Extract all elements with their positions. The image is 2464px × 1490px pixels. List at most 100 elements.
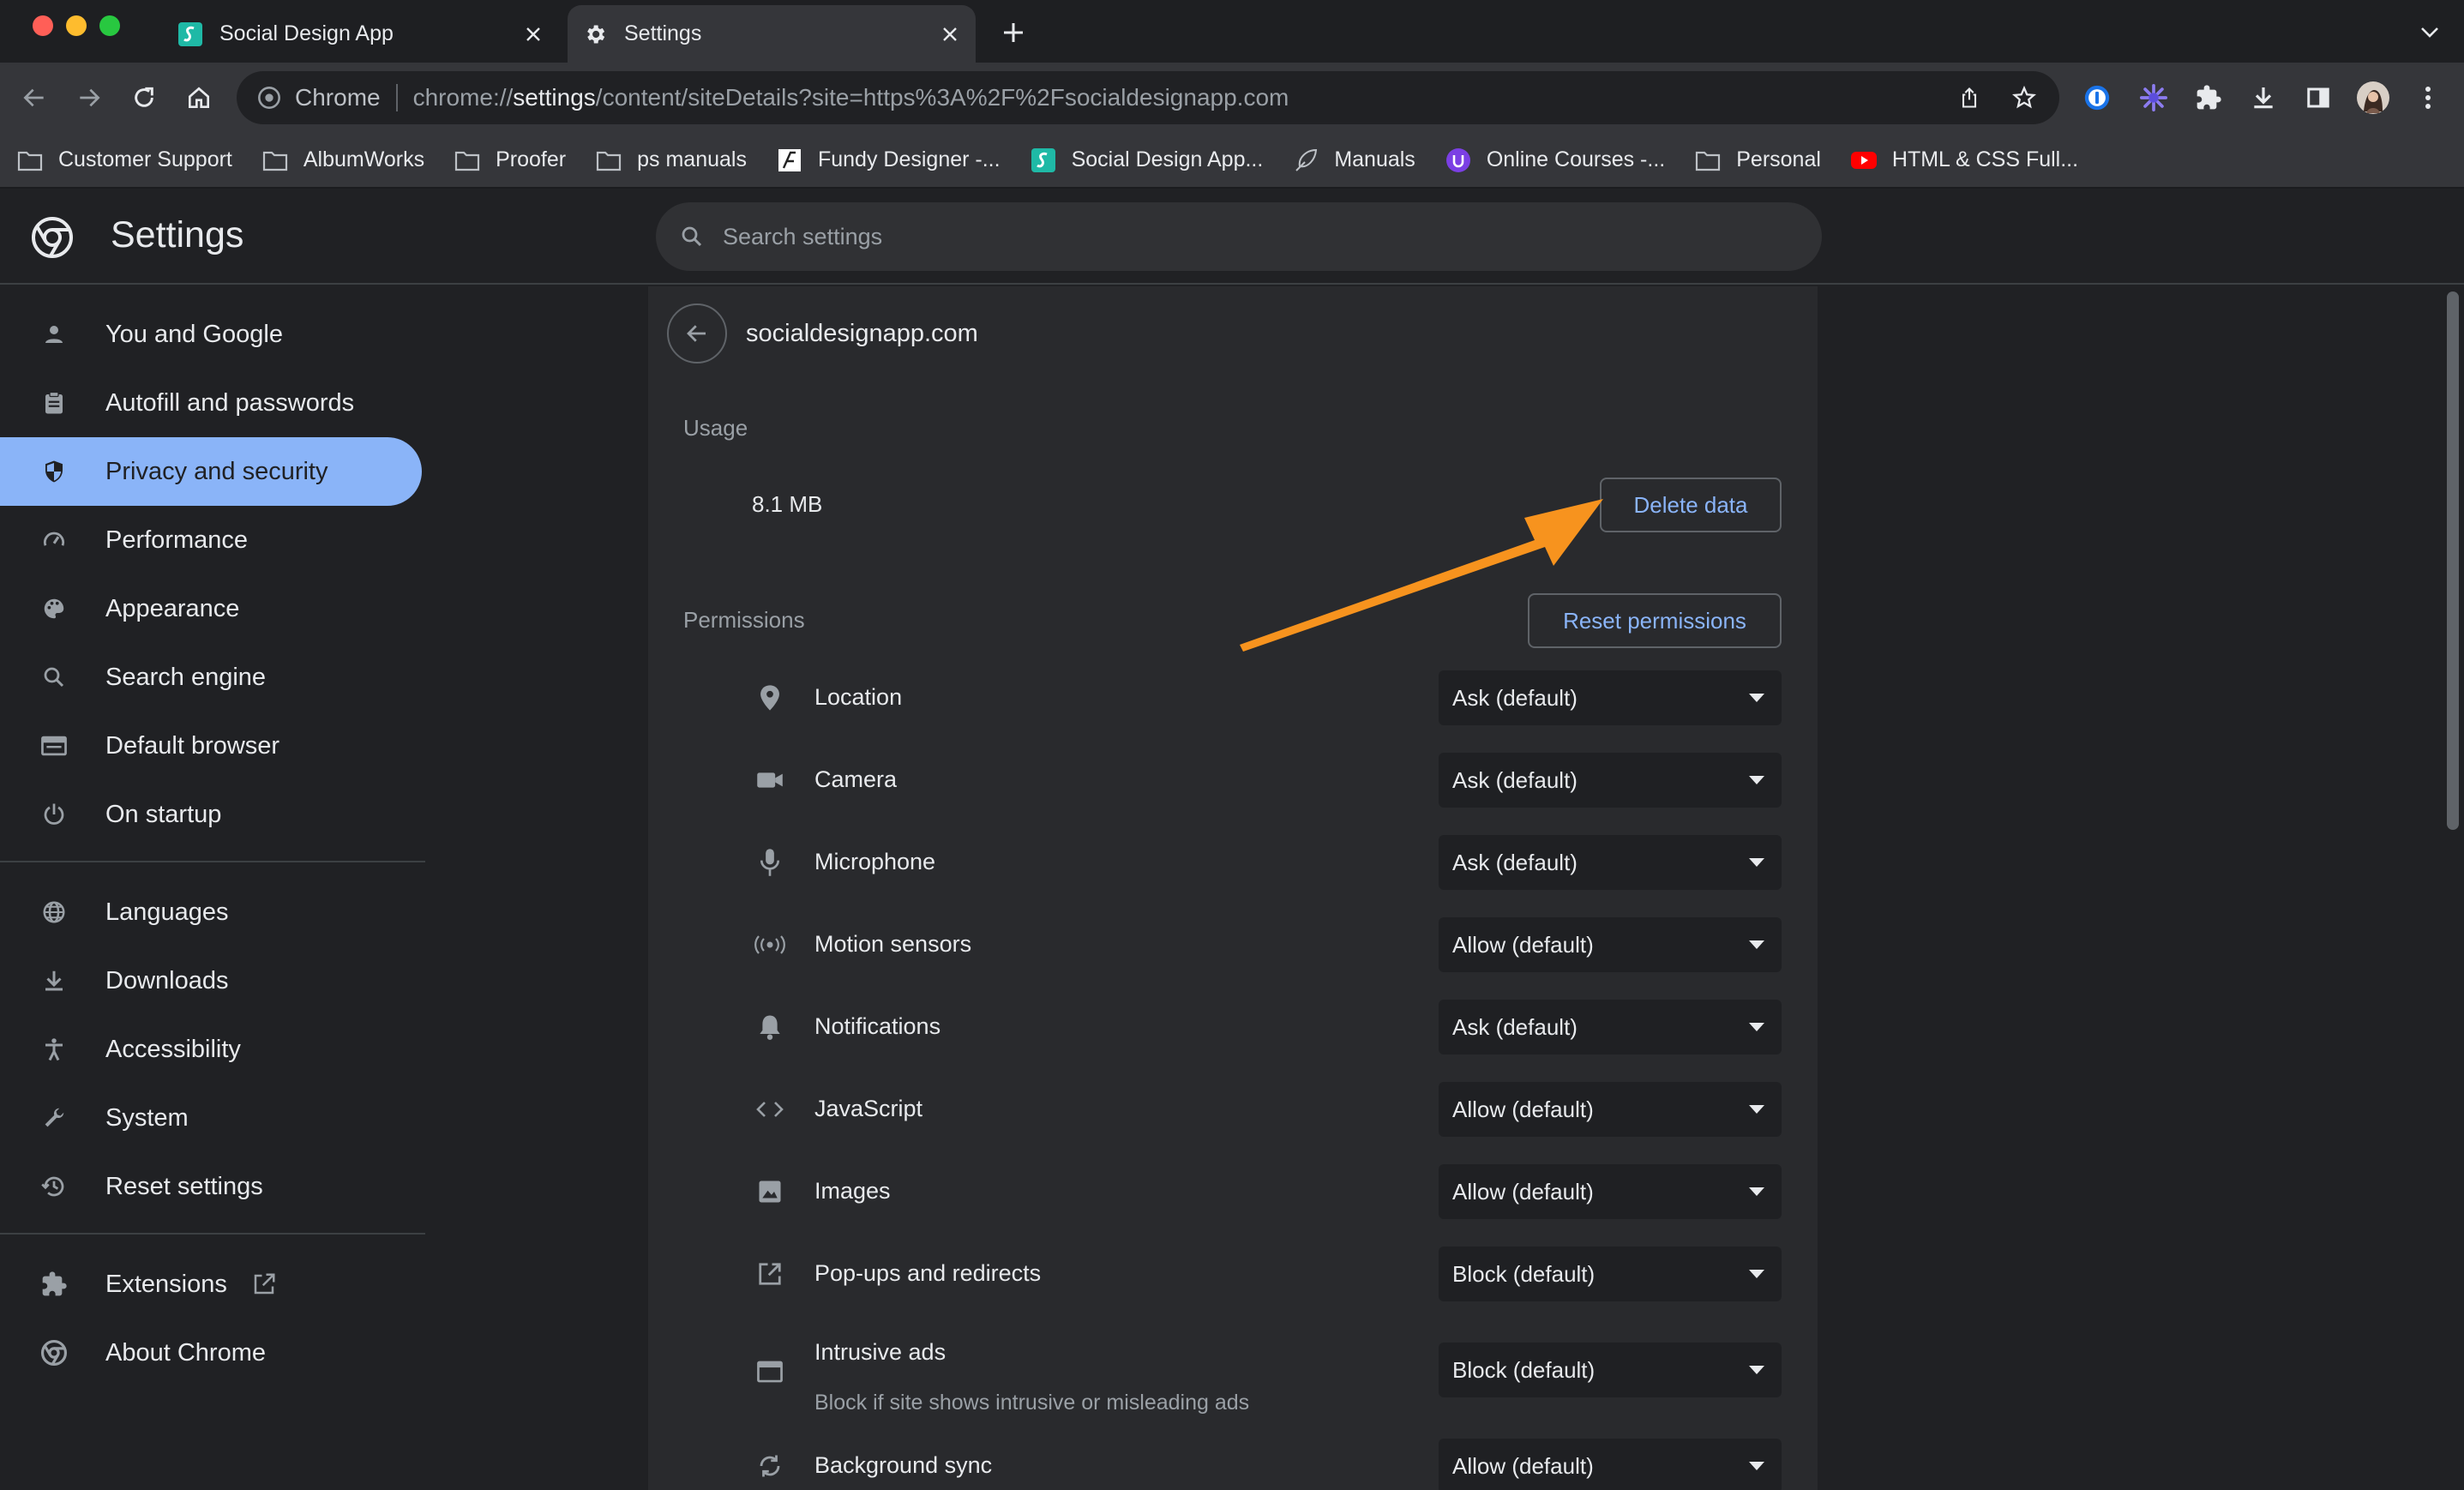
location-pin-icon [753, 681, 787, 715]
tab-settings[interactable]: Settings [568, 5, 976, 63]
settings-sidebar: You and Google Autofill and passwords Pr… [0, 286, 429, 1490]
address-bar[interactable]: Chrome chrome://settings/content/siteDet… [237, 71, 2059, 124]
tab-close-icon[interactable] [933, 17, 967, 51]
tab-search-chevron-down-icon[interactable] [2413, 15, 2447, 50]
spark-extension-icon[interactable] [2135, 79, 2173, 117]
dropdown-caret-icon [1749, 1366, 1764, 1374]
side-panel-icon[interactable] [2299, 79, 2337, 117]
sidebar-item-you-and-google[interactable]: You and Google [0, 300, 422, 369]
bookmark-star-icon[interactable] [2006, 80, 2042, 116]
bookmark-manuals[interactable]: Manuals [1291, 146, 1415, 175]
chrome-logo-icon [255, 84, 283, 111]
tab-close-icon[interactable] [516, 17, 550, 51]
bookmark-fundy-designer[interactable]: Fundy Designer -... [775, 146, 1001, 175]
sidebar-item-accessibility[interactable]: Accessibility [0, 1015, 422, 1084]
youtube-favicon-icon [1849, 146, 1878, 175]
camera-select[interactable]: Ask (default) [1439, 753, 1782, 808]
sidebar-item-performance[interactable]: Performance [0, 506, 422, 574]
shield-icon [37, 454, 71, 489]
dropdown-caret-icon [1749, 694, 1764, 702]
back-arrow-icon[interactable] [15, 79, 53, 117]
feather-favicon-icon [1291, 146, 1320, 175]
search-icon [675, 219, 709, 254]
bookmark-personal[interactable]: Personal [1693, 146, 1821, 175]
bookmark-customer-support[interactable]: Customer Support [15, 146, 232, 175]
sidebar-item-privacy-and-security[interactable]: Privacy and security [0, 437, 422, 506]
person-icon [37, 317, 71, 351]
download-icon [37, 964, 71, 998]
download-icon[interactable] [2245, 79, 2282, 117]
permission-row-popups: Pop-ups and redirects Block (default) [737, 1233, 1783, 1315]
popups-select[interactable]: Block (default) [1439, 1247, 1782, 1301]
reload-icon[interactable] [125, 79, 163, 117]
chrome-logo-icon [32, 217, 73, 258]
tab-social-design-app[interactable]: Social Design App [163, 5, 559, 63]
search-icon [37, 660, 71, 694]
courses-favicon-icon [1444, 146, 1473, 175]
dropdown-caret-icon [1749, 1105, 1764, 1114]
share-icon[interactable] [1951, 80, 1987, 116]
dropdown-caret-icon [1749, 776, 1764, 784]
more-vert-icon[interactable] [2409, 79, 2447, 117]
sidebar-item-system[interactable]: System [0, 1084, 422, 1152]
back-button[interactable] [667, 303, 727, 363]
sidebar-item-extensions[interactable]: Extensions [0, 1250, 422, 1319]
bell-icon [753, 1010, 787, 1044]
window-zoom-button[interactable] [99, 15, 120, 36]
folder-icon [261, 146, 290, 175]
search-input[interactable] [723, 223, 1822, 250]
dropdown-caret-icon [1749, 858, 1764, 867]
microphone-select[interactable]: Ask (default) [1439, 835, 1782, 890]
bookmark-ps-manuals[interactable]: ps manuals [594, 146, 747, 175]
permission-row-intrusive-ads: Intrusive ads Block if site shows intrus… [737, 1329, 1783, 1415]
profile-avatar[interactable] [2354, 79, 2392, 117]
speedometer-icon [37, 523, 71, 557]
bookmark-albumworks[interactable]: AlbumWorks [261, 146, 424, 175]
power-icon [37, 797, 71, 832]
image-icon [753, 1175, 787, 1209]
window-close-button[interactable] [33, 15, 53, 36]
social-design-app-favicon-icon [1029, 146, 1058, 175]
settings-header: Settings [0, 189, 2464, 285]
annotation-arrow-icon [1240, 499, 1603, 652]
gear-icon [581, 21, 609, 48]
microphone-icon [753, 845, 787, 880]
intrusive-ads-select[interactable]: Block (default) [1439, 1343, 1782, 1397]
sidebar-item-appearance[interactable]: Appearance [0, 574, 422, 643]
bookmark-online-courses[interactable]: Online Courses -... [1444, 146, 1665, 175]
delete-data-button[interactable]: Delete data [1600, 478, 1782, 532]
url-text: chrome://settings/content/siteDetails?si… [412, 84, 1289, 111]
password-manager-extension-icon[interactable] [2078, 79, 2116, 117]
sidebar-item-on-startup[interactable]: On startup [0, 780, 422, 849]
javascript-select[interactable]: Allow (default) [1439, 1082, 1782, 1137]
location-select[interactable]: Ask (default) [1439, 670, 1782, 725]
dropdown-caret-icon [1749, 1187, 1764, 1196]
forward-arrow-icon[interactable] [70, 79, 108, 117]
notifications-select[interactable]: Ask (default) [1439, 1000, 1782, 1054]
bookmark-social-design-app[interactable]: Social Design App... [1029, 146, 1263, 175]
sidebar-item-downloads[interactable]: Downloads [0, 946, 422, 1015]
sidebar-item-default-browser[interactable]: Default browser [0, 712, 422, 780]
bookmark-proofer[interactable]: Proofer [453, 146, 566, 175]
sidebar-item-search-engine[interactable]: Search engine [0, 643, 422, 712]
sidebar-divider [0, 861, 425, 862]
sidebar-item-languages[interactable]: Languages [0, 878, 422, 946]
folder-icon [453, 146, 482, 175]
sidebar-item-autofill[interactable]: Autofill and passwords [0, 369, 422, 437]
palette-icon [37, 592, 71, 626]
home-icon[interactable] [180, 79, 218, 117]
background-sync-select[interactable]: Allow (default) [1439, 1439, 1782, 1490]
settings-search[interactable] [656, 202, 1822, 271]
images-select[interactable]: Allow (default) [1439, 1164, 1782, 1219]
history-icon [37, 1169, 71, 1204]
sensors-icon [753, 928, 787, 962]
motion-sensors-select[interactable]: Allow (default) [1439, 917, 1782, 972]
scrollbar-thumb[interactable] [2447, 291, 2459, 830]
permission-row-notifications: Notifications Ask (default) [737, 986, 1783, 1068]
window-minimize-button[interactable] [66, 15, 87, 36]
new-tab-plus-icon[interactable] [996, 15, 1031, 50]
bookmark-html-css[interactable]: HTML & CSS Full... [1849, 146, 2078, 175]
puzzle-extensions-icon[interactable] [2190, 79, 2227, 117]
sidebar-item-about-chrome[interactable]: About Chrome [0, 1319, 422, 1387]
sidebar-item-reset-settings[interactable]: Reset settings [0, 1152, 422, 1221]
